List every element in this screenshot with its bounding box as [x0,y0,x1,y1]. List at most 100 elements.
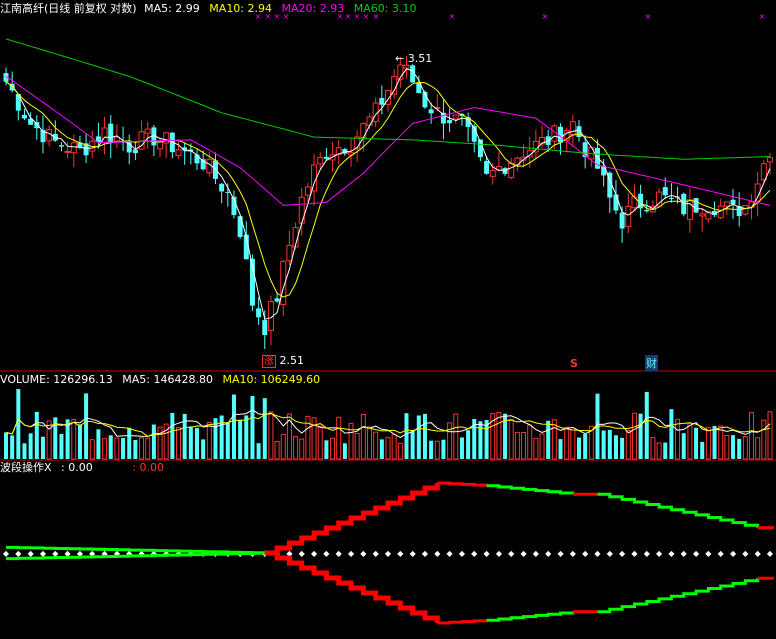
volume-bar [268,411,274,460]
zero-diamond: ◆ [607,549,614,558]
low-value: 2.51 [279,354,305,367]
volume-bar [348,423,354,460]
candle-body [742,205,749,215]
price-title: 江南高纤(日线 前复权 对数) [0,2,137,15]
candle-body [532,140,539,153]
volume-bar [330,437,336,460]
volume-bar [577,437,581,459]
volume-bar [570,429,576,460]
indicator-value-2: : 0.00 [132,461,164,474]
candle-body [723,201,730,207]
volume-bar [410,430,415,459]
volume-bar [422,413,427,459]
zero-diamond: ◆ [570,549,577,558]
volume-bar [687,423,693,460]
s-event-badge[interactable]: S [570,357,578,370]
zero-diamond: ◆ [533,549,540,558]
volume-bar [613,435,618,459]
zero-diamond: ◆ [373,549,380,558]
volume-bars [4,389,773,460]
volume-bar [669,409,674,459]
chart-canvas[interactable]: × × × × × × × × × × × × × ◆ ◆ ◆ ◆ ◆ ◆ ◆ ◆ ◆ ◆ ◆ ◆ ◆ ◆ ◆ ◆ ◆ ◆ ◆ ◆ ◆ ◆ ◆ ◆ ◆ ◆… [0,0,776,635]
candle-body [760,163,767,181]
volume-bar [373,431,379,460]
volume-bar [89,439,95,460]
volume-bar [324,440,329,459]
zero-diamond: ◆ [668,549,675,558]
volume-bar [638,413,643,459]
volume-bar [434,440,440,460]
candle-body [656,191,663,207]
volume-bar [10,435,15,459]
candle-body [447,119,453,124]
volume-bar [700,441,705,459]
wave-upper-segment [264,483,440,556]
candle-body [132,149,138,154]
volume-bar [527,424,533,460]
cai-event-badge[interactable]: 财 [645,355,658,371]
volume-bar [724,435,730,460]
volume-bar [256,443,261,459]
candle-body [508,162,515,179]
volume-bar [620,437,625,459]
volume-bar [225,422,230,459]
volume-bar [238,420,243,459]
volume-bar [133,440,138,459]
candle-body [304,186,311,196]
volume-bar [429,440,434,459]
candle-body [403,64,410,69]
candle-body [34,122,40,129]
volume-bar [478,421,483,459]
volume-bar [4,432,8,459]
price-moving-averages [5,38,771,320]
candle-body [286,244,293,262]
zero-diamond: ◆ [484,549,491,558]
volume-bar [459,437,464,459]
candle-body [619,212,625,229]
volume-bar [46,420,52,460]
volume-bar [742,436,748,460]
zero-diamond: ◆ [447,549,454,558]
top-marker: × [542,12,549,21]
volume-bar [737,438,742,459]
volume-bar [157,426,163,460]
candle-body [108,123,114,143]
volume-bar [342,443,347,459]
zero-diamond: ◆ [15,549,22,558]
chart-stage[interactable]: × × × × × × × × × × × × × ◆ ◆ ◆ ◆ ◆ ◆ ◆ ◆ ◆ ◆ ◆ ◆ ◆ ◆ ◆ ◆ ◆ ◆ ◆ ◆ ◆ ◆ ◆ ◆ ◆ ◆… [0,0,776,635]
candle-body [379,98,385,105]
volume-ma10-line [5,413,771,437]
high-label: ← 3.51 [395,52,432,65]
volume-bar [231,394,236,459]
volume-bar [761,419,767,460]
top-marker: × [449,12,456,21]
candle-body [144,128,151,134]
high-arrow-icon: ← [395,52,405,65]
candle-body [194,154,200,164]
ma10-line [5,81,771,298]
top-marker: × [645,12,652,21]
ma20-value: MA20: 2.93 [281,2,345,15]
candle-body [46,129,53,142]
candle-body [391,75,398,95]
zero-diamond: ◆ [471,549,478,558]
candle-body [175,149,182,156]
volume-bar [16,389,21,459]
volume-bar [749,412,755,460]
volume-ma10: MA10: 106249.60 [222,373,321,386]
candle-body [219,183,225,192]
volume-bar [712,426,717,459]
volume-bar [22,443,27,459]
volume-bar [188,426,193,459]
low-tag-badge[interactable]: 涨 [262,355,276,368]
volume-bar [195,427,199,459]
volume-bar [514,431,520,460]
volume-bar [293,436,299,460]
volume-bar [546,420,551,459]
wave-lower-segment [597,578,760,614]
candle-body [502,168,508,174]
candle-body [70,142,77,154]
volume-bar [731,435,736,459]
volume-bar [139,437,145,460]
ma60-value: MA60: 3.10 [353,2,417,15]
